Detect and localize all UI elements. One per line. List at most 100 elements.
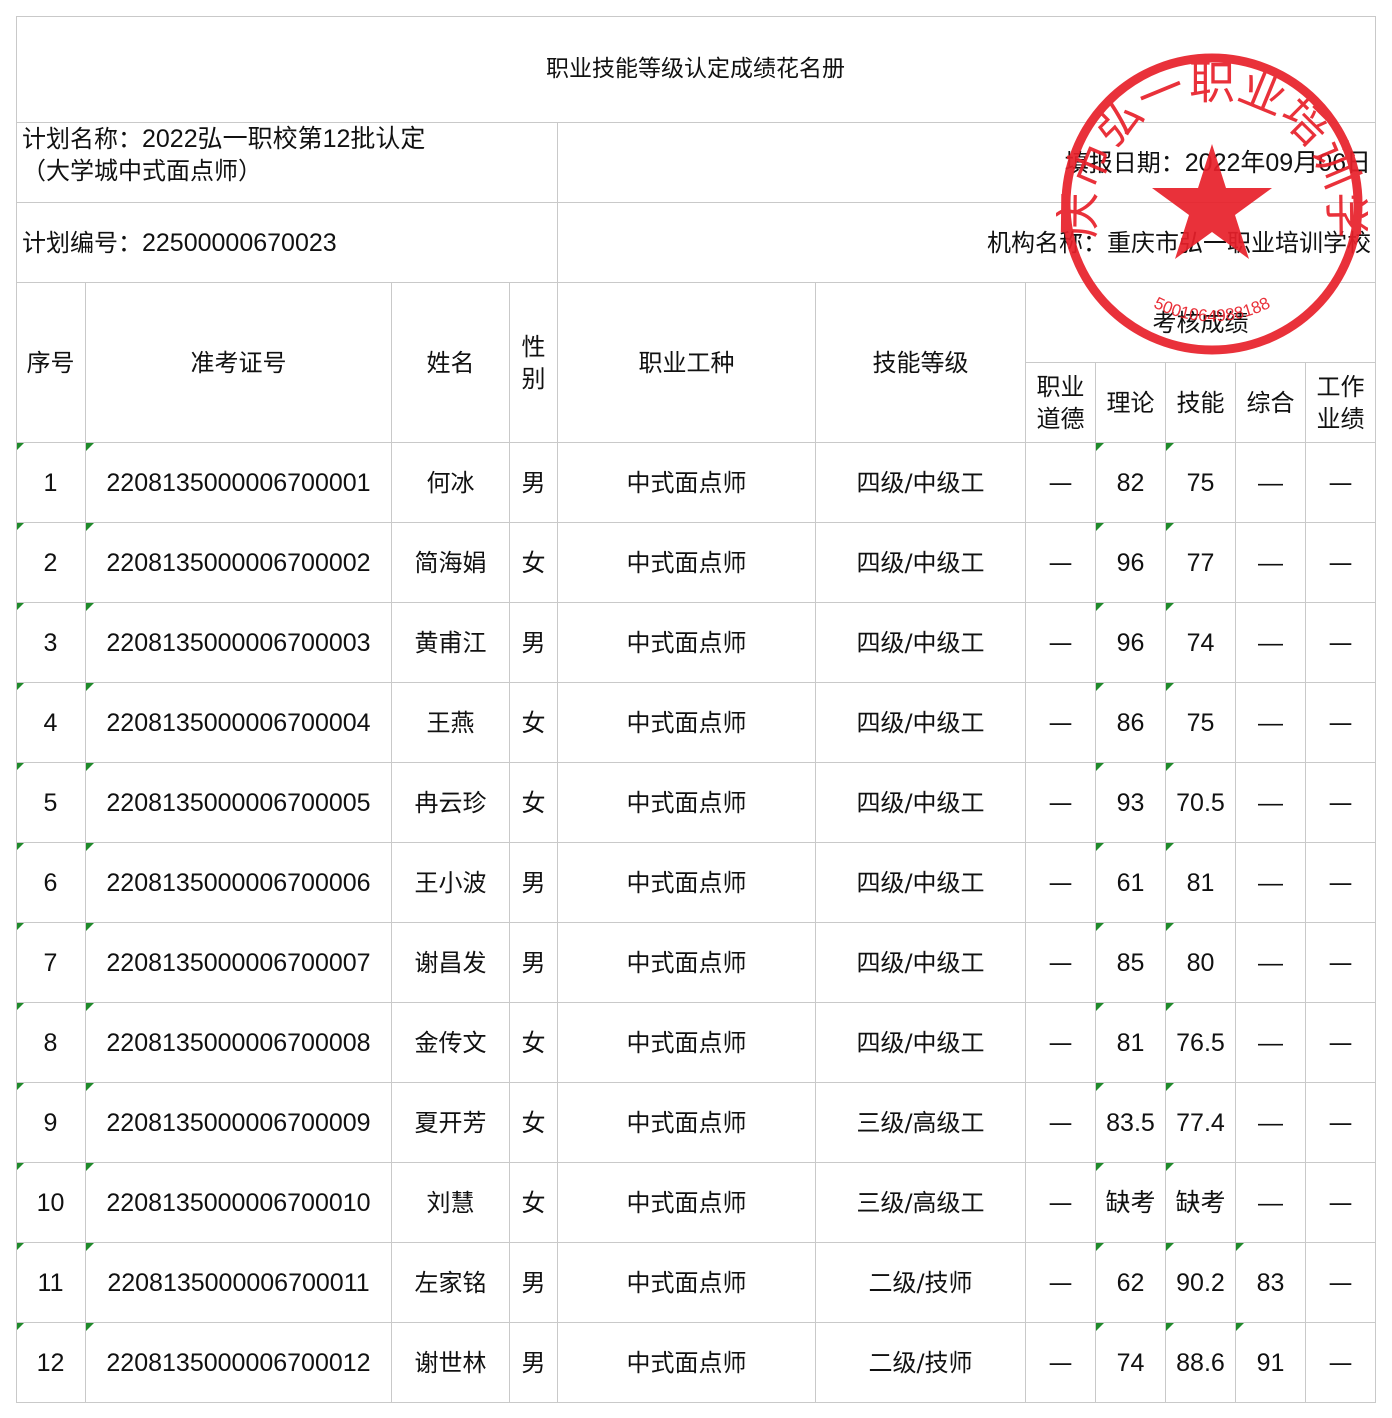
cell-name: 刘慧 xyxy=(392,1163,510,1243)
cell-ethics: — xyxy=(1026,923,1096,1003)
cell-name: 冉云珍 xyxy=(392,763,510,843)
cell-skill: 75 xyxy=(1166,683,1236,763)
cell-skill: 77 xyxy=(1166,523,1236,603)
cell-theory: 74 xyxy=(1096,1323,1166,1403)
cell-gender: 女 xyxy=(510,1003,558,1083)
cell-skill: 76.5 xyxy=(1166,1003,1236,1083)
header-ethics: 职业 道德 xyxy=(1026,363,1096,443)
cell-work: — xyxy=(1306,683,1376,763)
fill-date-cell: 填报日期： 2022年09月06日 xyxy=(558,123,1376,203)
header-level: 技能等级 xyxy=(816,283,1026,443)
cell-skill: 81 xyxy=(1166,843,1236,923)
cell-skill: 70.5 xyxy=(1166,763,1236,843)
cell-ethics: — xyxy=(1026,763,1096,843)
header-scores-group: 考核成绩 xyxy=(1026,283,1376,363)
cell-ethics: — xyxy=(1026,683,1096,763)
cell-occupation: 中式面点师 xyxy=(558,923,816,1003)
header-work-line1: 工作 xyxy=(1316,372,1365,401)
cell-ethics: — xyxy=(1026,1323,1096,1403)
header-seq: 序号 xyxy=(16,283,86,443)
cell-overall: — xyxy=(1236,523,1306,603)
cell-ethics: — xyxy=(1026,443,1096,523)
cell-occupation: 中式面点师 xyxy=(558,1003,816,1083)
cell-work: — xyxy=(1306,1323,1376,1403)
cell-occupation: 中式面点师 xyxy=(558,1163,816,1243)
cell-level: 四级/中级工 xyxy=(816,843,1026,923)
cell-work: — xyxy=(1306,1243,1376,1323)
cell-name: 黄甫江 xyxy=(392,603,510,683)
cell-overall: — xyxy=(1236,763,1306,843)
header-ethics-line1: 职业 xyxy=(1036,372,1085,401)
cell-occupation: 中式面点师 xyxy=(558,843,816,923)
cell-gender: 女 xyxy=(510,1163,558,1243)
cell-overall: — xyxy=(1236,603,1306,683)
cell-level: 二级/技师 xyxy=(816,1323,1026,1403)
cell-ticket: 2208135000006700004 xyxy=(86,683,392,763)
cell-seq: 12 xyxy=(16,1323,86,1403)
cell-seq: 5 xyxy=(16,763,86,843)
cell-ticket: 2208135000006700007 xyxy=(86,923,392,1003)
header-name: 姓名 xyxy=(392,283,510,443)
header-gender-line1: 性 xyxy=(521,332,546,361)
cell-level: 四级/中级工 xyxy=(816,763,1026,843)
cell-ethics: — xyxy=(1026,1083,1096,1163)
cell-work: — xyxy=(1306,1163,1376,1243)
cell-occupation: 中式面点师 xyxy=(558,1323,816,1403)
cell-skill: 90.2 xyxy=(1166,1243,1236,1323)
plan-name-line1: 计划名称：2022弘一职校第12批认定 xyxy=(22,123,425,155)
cell-seq: 9 xyxy=(16,1083,86,1163)
org-value: 重庆市弘一职业培训学校 xyxy=(1107,228,1371,257)
cell-ticket: 2208135000006700009 xyxy=(86,1083,392,1163)
cell-overall: — xyxy=(1236,843,1306,923)
header-ethics-line2: 道德 xyxy=(1036,404,1085,433)
cell-work: — xyxy=(1306,603,1376,683)
cell-name: 简海娟 xyxy=(392,523,510,603)
plan-no-value: 22500000670023 xyxy=(142,228,337,257)
cell-gender: 男 xyxy=(510,923,558,1003)
cell-seq: 2 xyxy=(16,523,86,603)
cell-name: 左家铭 xyxy=(392,1243,510,1323)
cell-gender: 男 xyxy=(510,1243,558,1323)
cell-ticket: 2208135000006700012 xyxy=(86,1323,392,1403)
cell-name: 王小波 xyxy=(392,843,510,923)
cell-level: 二级/技师 xyxy=(816,1243,1026,1323)
cell-level: 四级/中级工 xyxy=(816,923,1026,1003)
header-occupation: 职业工种 xyxy=(558,283,816,443)
cell-theory: 82 xyxy=(1096,443,1166,523)
cell-occupation: 中式面点师 xyxy=(558,763,816,843)
cell-seq: 7 xyxy=(16,923,86,1003)
cell-overall: — xyxy=(1236,1003,1306,1083)
header-gender-line2: 别 xyxy=(521,364,546,393)
cell-name: 金传文 xyxy=(392,1003,510,1083)
cell-theory: 81 xyxy=(1096,1003,1166,1083)
plan-name-value: 2022弘一职校第12批认定 xyxy=(142,125,426,153)
cell-work: — xyxy=(1306,523,1376,603)
cell-level: 四级/中级工 xyxy=(816,603,1026,683)
cell-gender: 女 xyxy=(510,763,558,843)
cell-ticket: 2208135000006700010 xyxy=(86,1163,392,1243)
cell-theory: 62 xyxy=(1096,1243,1166,1323)
cell-overall: — xyxy=(1236,923,1306,1003)
cell-gender: 女 xyxy=(510,1083,558,1163)
fill-date-label: 填报日期： xyxy=(1064,148,1185,177)
cell-gender: 男 xyxy=(510,843,558,923)
cell-gender: 男 xyxy=(510,443,558,523)
cell-work: — xyxy=(1306,843,1376,923)
header-theory: 理论 xyxy=(1096,363,1166,443)
cell-work: — xyxy=(1306,923,1376,1003)
document-title: 职业技能等级认定成绩花名册 xyxy=(16,16,1376,123)
cell-theory: 96 xyxy=(1096,523,1166,603)
cell-gender: 男 xyxy=(510,1323,558,1403)
cell-skill: 74 xyxy=(1166,603,1236,683)
header-work: 工作 业绩 xyxy=(1306,363,1376,443)
cell-ticket: 2208135000006700011 xyxy=(86,1243,392,1323)
cell-name: 谢昌发 xyxy=(392,923,510,1003)
plan-name-label: 计划名称： xyxy=(22,125,142,153)
cell-ticket: 2208135000006700005 xyxy=(86,763,392,843)
cell-occupation: 中式面点师 xyxy=(558,1083,816,1163)
cell-occupation: 中式面点师 xyxy=(558,443,816,523)
cell-skill: 缺考 xyxy=(1166,1163,1236,1243)
cell-ticket: 2208135000006700002 xyxy=(86,523,392,603)
cell-level: 四级/中级工 xyxy=(816,683,1026,763)
cell-seq: 8 xyxy=(16,1003,86,1083)
